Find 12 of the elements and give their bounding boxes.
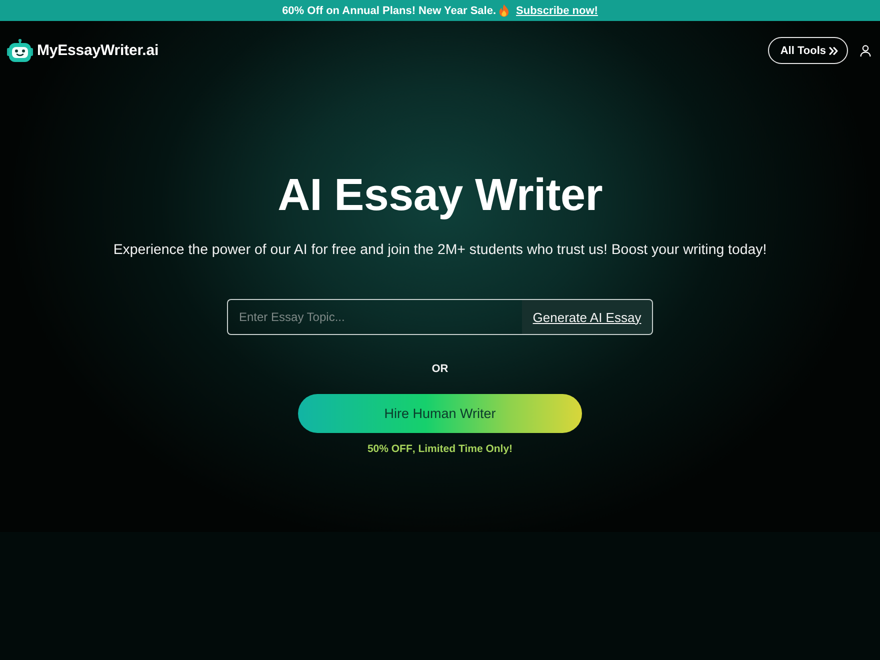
flame-icon bbox=[499, 4, 510, 17]
hero-title: AI Essay Writer bbox=[278, 168, 602, 222]
double-chevron-icon bbox=[829, 46, 838, 54]
robot-face-icon bbox=[7, 38, 33, 62]
all-tools-button[interactable]: All Tools bbox=[768, 37, 848, 64]
user-icon[interactable] bbox=[860, 44, 871, 56]
promo-text: 60% Off on Annual Plans! New Year Sale. bbox=[282, 4, 496, 16]
or-divider-text: OR bbox=[432, 362, 448, 376]
site-logo[interactable]: MyEssayWriter.ai bbox=[7, 38, 159, 62]
hero-subtitle: Experience the power of our AI for free and join the 2M+ students who trust us! Boost your writing today! bbox=[113, 241, 767, 259]
hire-writer-button[interactable]: Hire Human Writer bbox=[298, 394, 582, 433]
offer-text: 50% OFF, Limited Time Only! bbox=[367, 442, 513, 456]
